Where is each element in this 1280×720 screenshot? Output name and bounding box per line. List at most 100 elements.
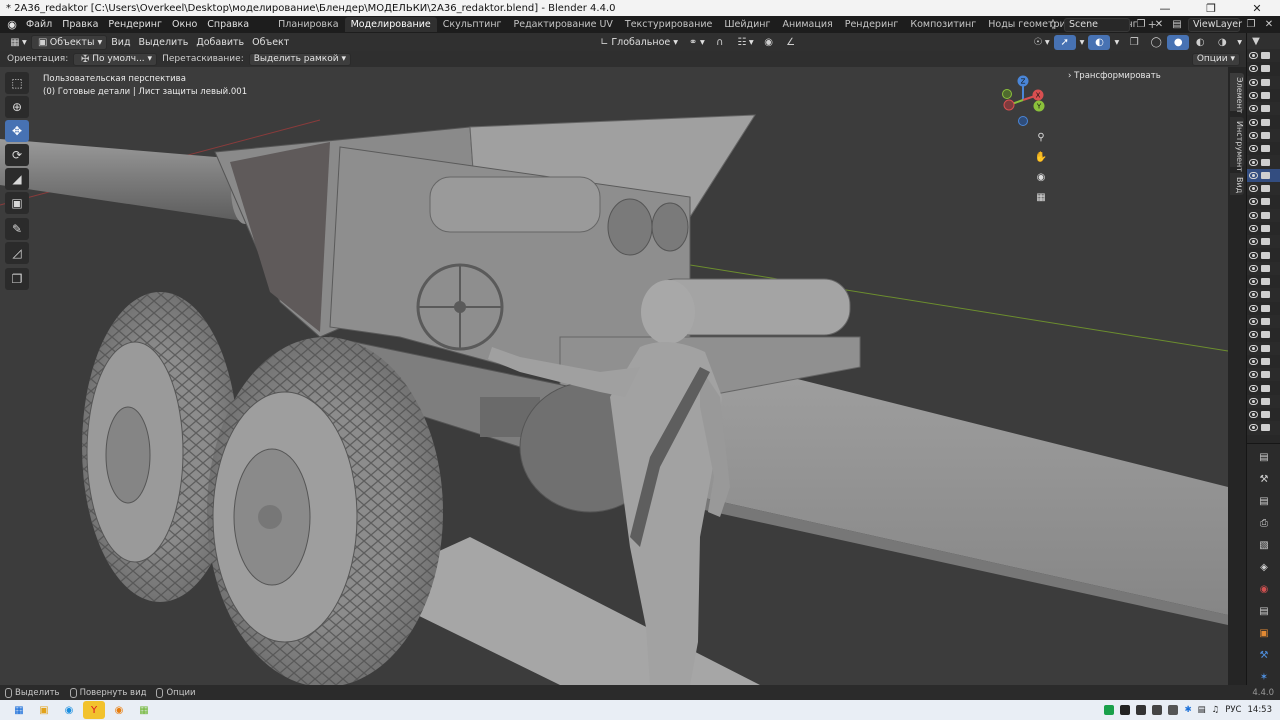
eye-icon[interactable] <box>1249 171 1258 179</box>
camera-render-icon[interactable] <box>1261 384 1270 392</box>
measure-tool[interactable]: ◿ <box>5 242 29 264</box>
outliner-row[interactable] <box>1247 168 1280 182</box>
modifier-properties-icon[interactable]: ⚒ <box>1255 646 1273 664</box>
minimize-button[interactable]: — <box>1142 0 1188 16</box>
overlays-menu[interactable]: ▾ <box>1110 35 1123 50</box>
tab-animation[interactable]: Анимация <box>777 17 839 32</box>
shading-rendered-button[interactable]: ◑ <box>1211 35 1233 50</box>
outliner-row[interactable] <box>1247 355 1280 368</box>
outliner-row[interactable] <box>1247 235 1280 249</box>
outliner-row[interactable] <box>1247 248 1280 261</box>
outliner-row[interactable] <box>1247 408 1280 421</box>
camera-render-icon[interactable] <box>1261 357 1270 365</box>
eye-icon[interactable] <box>1249 225 1258 232</box>
tab-item[interactable]: Элемент <box>1230 73 1244 113</box>
camera-render-icon[interactable] <box>1261 211 1270 219</box>
menu-help[interactable]: Справка <box>202 19 254 30</box>
tab-sculpting[interactable]: Скульптинг <box>437 17 508 32</box>
menu-object[interactable]: Объект <box>248 35 293 50</box>
eye-icon[interactable] <box>1249 411 1258 419</box>
visibility-button[interactable]: ☉ ▾ <box>1027 35 1054 50</box>
pan-button[interactable]: ✋ <box>1032 148 1050 166</box>
app-taskbar-button[interactable]: ▦ <box>133 701 155 719</box>
viewlayer-selector[interactable]: ViewLayer <box>1188 17 1242 32</box>
collection-properties-icon[interactable]: ▤ <box>1255 602 1273 620</box>
menu-add[interactable]: Добавить <box>192 35 248 50</box>
outliner-row[interactable] <box>1247 222 1280 235</box>
camera-render-icon[interactable] <box>1261 318 1270 326</box>
file-explorer-button[interactable]: ▣ <box>33 701 55 719</box>
annotate-tool[interactable]: ✎ <box>5 218 29 240</box>
clock[interactable]: 14:53 <box>1248 705 1273 715</box>
blender-taskbar-button[interactable]: ◉ <box>108 701 130 719</box>
camera-render-icon[interactable] <box>1261 105 1270 113</box>
tab-modeling[interactable]: Моделирование <box>344 17 437 32</box>
eye-icon[interactable] <box>1249 304 1258 312</box>
camera-render-icon[interactable] <box>1261 291 1270 299</box>
camera-render-icon[interactable] <box>1261 424 1270 432</box>
add-cube-tool[interactable]: ❐ <box>5 268 29 290</box>
eye-icon[interactable] <box>1249 52 1258 60</box>
gizmo-toggle[interactable]: ➚ <box>1053 34 1076 50</box>
eye-icon[interactable] <box>1249 185 1258 193</box>
eye-icon[interactable] <box>1249 145 1258 153</box>
scale-tool[interactable]: ◢ <box>5 168 29 190</box>
shading-menu[interactable]: ▾ <box>1233 35 1246 50</box>
transform-orientation-dropdown[interactable]: ∟ Глобальное ▾ <box>593 35 682 50</box>
eye-icon[interactable] <box>1249 357 1258 365</box>
render-properties-icon[interactable]: ▤ <box>1255 492 1273 510</box>
move-tool[interactable]: ✥ <box>5 120 29 142</box>
orientation-dropdown[interactable]: ✠ По умолч... ▾ <box>73 52 158 66</box>
shading-solid-button[interactable]: ● <box>1167 34 1190 50</box>
world-properties-icon[interactable]: ◉ <box>1255 580 1273 598</box>
tab-compositing[interactable]: Композитинг <box>904 17 982 32</box>
outliner-row[interactable] <box>1247 142 1280 155</box>
camera-view-button[interactable]: ◉ <box>1032 168 1050 186</box>
camera-render-icon[interactable] <box>1261 251 1270 259</box>
navigation-gizmo[interactable]: Z X Y <box>998 74 1048 130</box>
outliner-row[interactable] <box>1247 314 1280 329</box>
menu-window[interactable]: Окно <box>167 19 202 30</box>
scene-properties-icon[interactable]: ◈ <box>1255 558 1273 576</box>
outliner-row[interactable] <box>1247 49 1280 63</box>
outliner-header[interactable]: ▼ <box>1247 33 1280 49</box>
outliner-row[interactable] <box>1247 261 1280 276</box>
camera-render-icon[interactable] <box>1261 65 1270 73</box>
start-button[interactable]: ▦ <box>8 701 30 719</box>
camera-render-icon[interactable] <box>1261 78 1270 86</box>
zoom-button[interactable]: ⚲ <box>1032 128 1050 146</box>
eye-icon[interactable] <box>1249 318 1258 326</box>
eye-icon[interactable] <box>1249 198 1258 206</box>
snap-toggle[interactable]: ∩ <box>709 35 731 50</box>
viewlayer-icon[interactable]: ▤ <box>1170 18 1184 32</box>
camera-render-icon[interactable] <box>1261 145 1270 153</box>
bluetooth-icon[interactable]: ✱ <box>1184 705 1191 715</box>
tab-layout[interactable]: Планировка <box>272 17 344 32</box>
properties-editor-type-icon[interactable]: ▤ <box>1255 448 1273 466</box>
eye-icon[interactable] <box>1249 211 1258 219</box>
pivot-point-button[interactable]: ⚭ ▾ <box>682 35 709 50</box>
rotate-tool[interactable]: ⟳ <box>5 144 29 166</box>
drag-dropdown[interactable]: Выделить рамкой ▾ <box>248 52 351 66</box>
camera-render-icon[interactable] <box>1261 238 1270 246</box>
eye-icon[interactable] <box>1249 424 1258 432</box>
camera-render-icon[interactable] <box>1261 331 1270 339</box>
eye-icon[interactable] <box>1249 384 1258 392</box>
eye-icon[interactable] <box>1249 291 1258 299</box>
eye-icon[interactable] <box>1249 78 1258 86</box>
menu-render[interactable]: Рендеринг <box>103 19 167 30</box>
menu-view[interactable]: Вид <box>107 35 134 50</box>
camera-render-icon[interactable] <box>1261 52 1270 60</box>
tab-texture-paint[interactable]: Текстурирование <box>619 17 718 32</box>
view-layer-properties-icon[interactable]: ▧ <box>1255 536 1273 554</box>
speaker-icon[interactable]: ♫ <box>1212 705 1220 715</box>
shading-wireframe-button[interactable]: ◯ <box>1145 35 1167 50</box>
tab-rendering[interactable]: Рендеринг <box>839 17 905 32</box>
camera-render-icon[interactable] <box>1261 344 1270 352</box>
eye-icon[interactable] <box>1249 238 1258 246</box>
particles-properties-icon[interactable]: ✶ <box>1255 668 1273 686</box>
eye-icon[interactable] <box>1249 131 1258 139</box>
object-properties-icon[interactable]: ▣ <box>1255 624 1273 642</box>
outliner-row[interactable] <box>1247 368 1280 382</box>
eye-icon[interactable] <box>1249 278 1258 286</box>
